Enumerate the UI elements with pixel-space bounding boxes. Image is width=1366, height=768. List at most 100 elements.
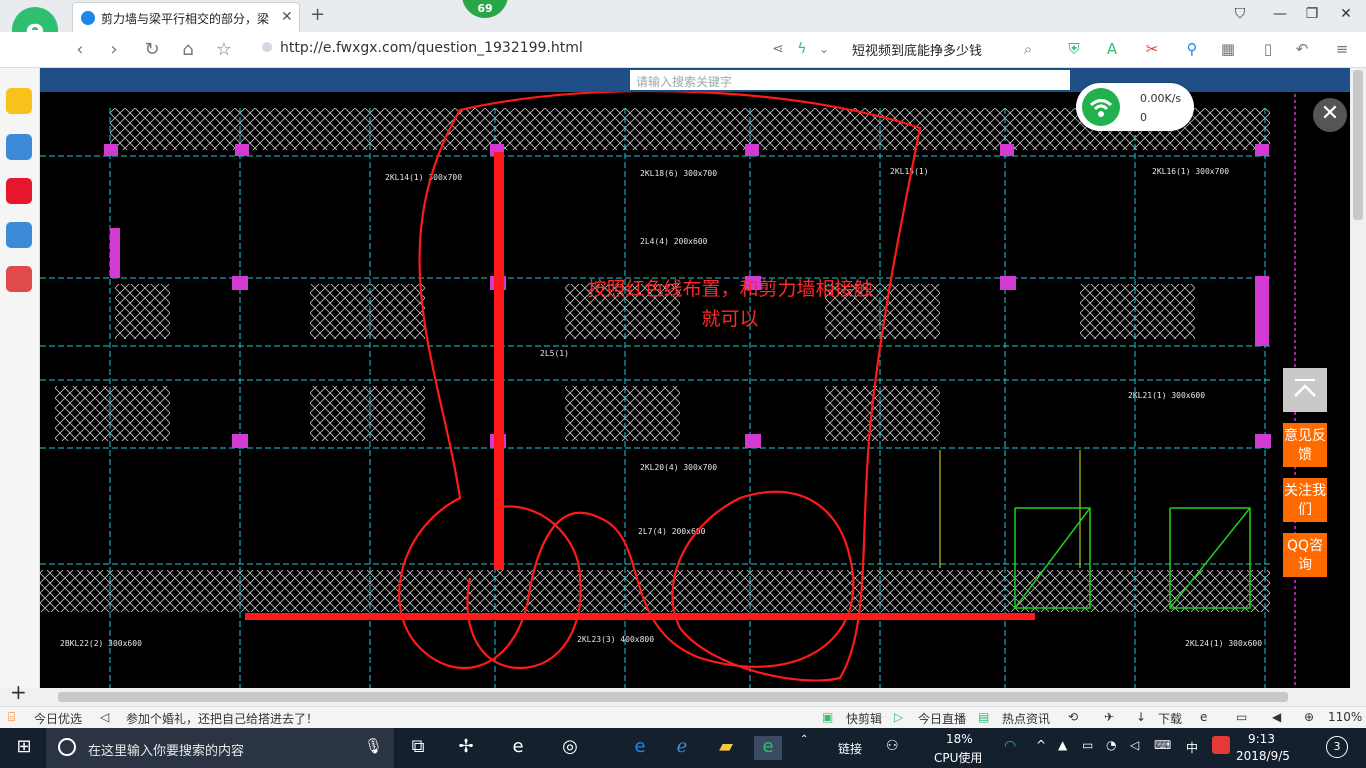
back-to-top-button[interactable] (1283, 368, 1327, 412)
taskbar: ⊞ 在这里输入你要搜索的内容 🎙 ⧉ ✢ e ◎ e ℯ ▰ e ⌃ 链接 ⚇ … (0, 728, 1366, 768)
hatch-block (310, 284, 425, 339)
windows-start-icon[interactable]: ⊞ (10, 736, 38, 760)
cad-label: 2L5(1) (540, 349, 569, 358)
cad-label: 2KL18(6) 300x700 (640, 169, 717, 178)
address-bar[interactable]: http://e.fwxgx.com/question_1932199.html (262, 40, 583, 56)
refresh-icon[interactable]: ↻ (140, 39, 164, 60)
2345-browser-icon[interactable]: e (754, 736, 782, 760)
reading-list-icon[interactable] (6, 134, 32, 160)
people-icon[interactable]: ⚇ (886, 738, 899, 754)
game-icon[interactable] (6, 266, 32, 292)
tab-title: 剪力墙与梁平行相交的部分，梁是 (101, 12, 269, 26)
horizontal-scroll-thumb[interactable] (58, 692, 1288, 702)
close-overlay-icon[interactable]: ✕ (1313, 98, 1347, 132)
mail-icon[interactable] (6, 222, 32, 248)
add-sidebar-icon[interactable]: + (10, 680, 27, 704)
news-icon: ▤ (978, 710, 990, 724)
file-explorer-icon[interactable]: ▰ (712, 736, 740, 760)
quick-clip-link[interactable]: 快剪辑 (846, 710, 882, 727)
mute-icon[interactable]: ◀ (1272, 710, 1281, 724)
net-count: 0 (1140, 111, 1147, 124)
overflow-arrows-icon[interactable]: ⌃ (800, 734, 808, 745)
cad-label: 2KL15(1) (890, 167, 929, 176)
home-icon[interactable]: ⌂ (176, 39, 200, 60)
window-icon[interactable]: ▭ (1236, 710, 1247, 724)
shirt-icon[interactable]: ⛉ (1228, 6, 1252, 22)
zoom-level[interactable]: 110% (1328, 710, 1362, 724)
undo-icon[interactable]: ↶ (1290, 40, 1314, 58)
annotation-note: 按照红色线布置，和剪力墙相接触 就可以 (520, 274, 940, 334)
network-icon[interactable]: ◔ (1106, 738, 1116, 752)
notification-bell-icon[interactable]: ▲ (1058, 738, 1067, 752)
lightning-icon[interactable]: ϟ (790, 41, 814, 57)
minimize-icon[interactable]: — (1268, 6, 1292, 22)
clock-date[interactable]: 2018/9/5 (1236, 749, 1290, 763)
show-hidden-icons-icon[interactable]: ^ (1036, 738, 1046, 752)
shield-icon[interactable]: ⛨ (1062, 40, 1086, 58)
site-search-input[interactable]: 请输入搜索关键字 (630, 70, 1070, 90)
pinwheel-app-icon[interactable]: ✢ (452, 736, 480, 760)
search-icon[interactable]: ⌕ (1016, 40, 1040, 58)
share-icon[interactable]: ⋖ (766, 41, 790, 57)
cad-label: 2BKL22(2) 300x600 (60, 639, 142, 648)
cpu-percent: 18% (946, 732, 973, 746)
qq-consult-button[interactable]: QQ咨询 (1283, 533, 1327, 577)
sidebar (0, 68, 40, 688)
speed-icon[interactable]: ⟲ (1068, 710, 1078, 724)
taskbar-search-box[interactable]: 在这里输入你要搜索的内容 🎙 (46, 728, 394, 768)
tab-close-icon[interactable]: ✕ (281, 9, 293, 25)
cad-label: 2KL21(1) 300x600 (1128, 391, 1205, 400)
battery-icon[interactable]: ▭ (1082, 738, 1093, 752)
menu-icon[interactable]: ≡ (1330, 40, 1354, 58)
today-pick-link[interactable]: 今日优选 (34, 710, 82, 727)
restore-icon[interactable]: ❐ (1300, 6, 1324, 22)
action-center-badge[interactable]: 3 (1326, 736, 1348, 758)
new-tab-icon[interactable]: + (310, 4, 325, 25)
ie-icon[interactable]: ℯ (668, 736, 696, 760)
annotation-line-2: 就可以 (701, 308, 759, 330)
chevron-down-icon[interactable]: ⌄ (812, 42, 836, 56)
task-view-icon[interactable]: ⧉ (404, 736, 432, 760)
hatch-block (115, 284, 170, 339)
weibo-icon[interactable] (6, 178, 32, 204)
forward-icon[interactable]: › (102, 39, 126, 60)
window-close-icon[interactable]: ✕ (1334, 6, 1358, 22)
microphone-icon[interactable]: 🎙 (364, 737, 383, 755)
speaker-icon: ◁ (100, 710, 110, 724)
url-text: http://e.fwxgx.com/question_1932199.html (280, 40, 583, 56)
wifi-tray-icon[interactable]: ◠ (1004, 738, 1016, 754)
follow-button[interactable]: 关注我们 (1283, 478, 1327, 522)
sogou-icon[interactable] (1212, 736, 1230, 754)
gift-icon[interactable]: ⌸ (8, 710, 15, 725)
network-speed-widget[interactable]: 0.00K/s 0 (1076, 83, 1194, 131)
hot-news-link[interactable]: 热点资讯 (1002, 710, 1050, 727)
edge-icon[interactable]: e (626, 736, 654, 760)
vertical-scroll-thumb[interactable] (1353, 70, 1363, 220)
news-ticker[interactable]: 参加个婚礼，还把自己给搭进去了！ (126, 710, 318, 727)
today-live-link[interactable]: 今日直播 (918, 710, 966, 727)
cad-label: 2KL16(1) 300x700 (1152, 167, 1229, 176)
cad-label: 2KL20(4) 300x700 (640, 463, 717, 472)
clock-time[interactable]: 9:13 (1248, 732, 1275, 746)
browser-app-icon[interactable]: ◎ (556, 736, 584, 760)
edge-browser-icon[interactable]: e (504, 736, 532, 760)
keyboard-icon[interactable]: ⌨ (1154, 738, 1171, 752)
back-icon[interactable]: ‹ (68, 39, 92, 60)
volume-icon[interactable]: ◁ (1130, 738, 1139, 752)
ie-mode-icon[interactable]: e (1200, 710, 1207, 724)
magnifier-icon[interactable]: ⚲ (1180, 40, 1204, 58)
ime-indicator[interactable]: 中 (1186, 739, 1198, 756)
favorites-star-icon[interactable] (6, 88, 32, 114)
favorite-star-icon[interactable]: ☆ (212, 39, 236, 60)
links-toolbar[interactable]: 链接 (838, 740, 862, 757)
phone-icon[interactable]: ▯ (1256, 40, 1280, 58)
scissors-icon[interactable]: ✂ (1140, 40, 1164, 58)
pin-icon[interactable]: ✈ (1104, 710, 1114, 724)
feedback-button[interactable]: 意见反馈 (1283, 423, 1327, 467)
browser-tab[interactable]: 剪力墙与梁平行相交的部分，梁是 ✕ (72, 2, 300, 32)
translate-icon[interactable]: A (1100, 40, 1124, 58)
download-link[interactable]: 下载 (1158, 710, 1182, 727)
apps-icon[interactable]: ▦ (1216, 40, 1240, 58)
search-box[interactable]: 短视频到底能挣多少钱 (852, 40, 982, 59)
red-beam-horizontal (245, 613, 1035, 620)
